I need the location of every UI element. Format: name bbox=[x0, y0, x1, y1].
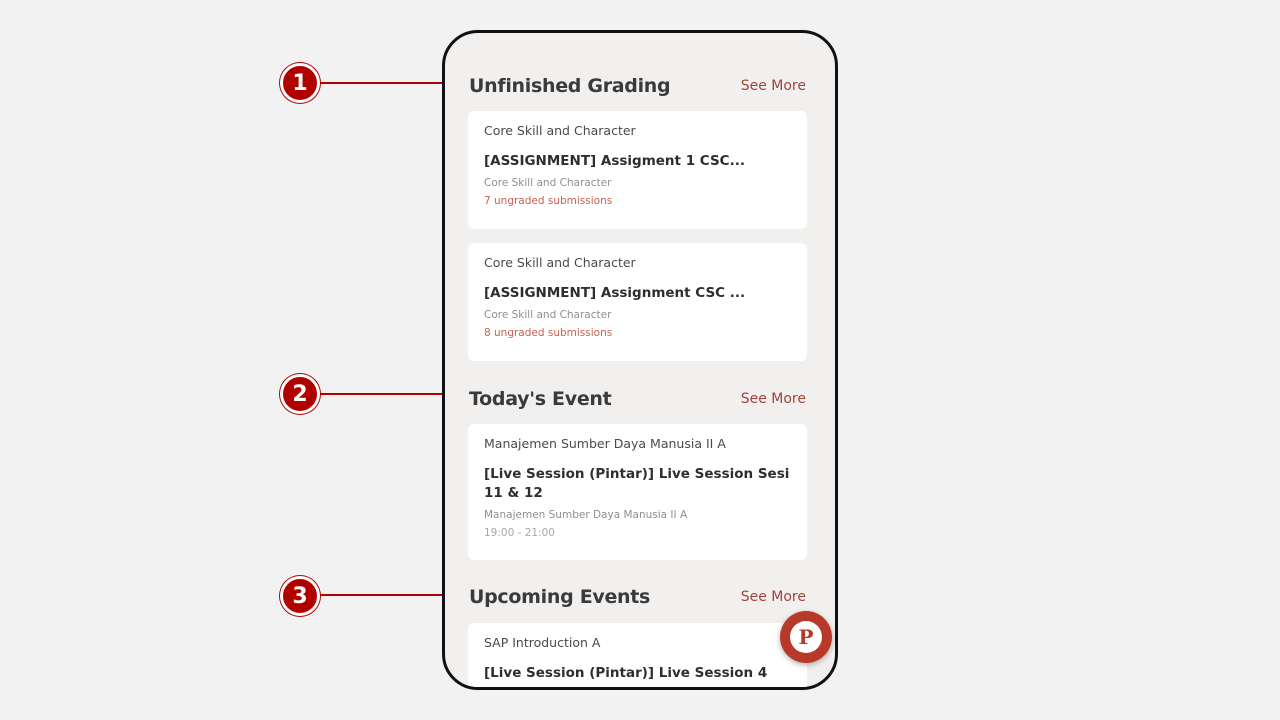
card-title: [ASSIGNMENT] Assignment CSC ... bbox=[484, 285, 746, 301]
todays-event-header: Today's Event See More bbox=[469, 384, 806, 414]
pintar-fab-button[interactable]: P bbox=[780, 611, 832, 663]
callout-badge-3: 3 bbox=[280, 576, 320, 616]
grading-card[interactable]: Core Skill and Character [ASSIGNMENT] As… bbox=[468, 111, 807, 229]
ungraded-count: 7 ungraded submissions bbox=[484, 195, 613, 207]
todays-event-see-more-link[interactable]: See More bbox=[741, 391, 806, 407]
phone-frame: Unfinished Grading See More Core Skill a… bbox=[442, 30, 838, 690]
card-subtitle: Manajemen Sumber Daya Manusia II A bbox=[484, 509, 688, 521]
unfinished-grading-see-more-link[interactable]: See More bbox=[741, 78, 806, 94]
upcoming-events-see-more-link[interactable]: See More bbox=[741, 589, 806, 605]
stage: 1 2 3 Unfinished Grading See More Core S… bbox=[0, 0, 1280, 720]
event-card[interactable]: Manajemen Sumber Daya Manusia II A [Live… bbox=[468, 424, 807, 560]
card-course: SAP Introduction A bbox=[484, 635, 601, 650]
p-logo-icon: P bbox=[790, 621, 822, 653]
unfinished-grading-title: Unfinished Grading bbox=[469, 75, 671, 97]
card-subtitle: Core Skill and Character bbox=[484, 177, 612, 189]
card-course: Core Skill and Character bbox=[484, 255, 636, 270]
callout-badge-1: 1 bbox=[280, 63, 320, 103]
card-title: [Live Session (Pintar)] Live Session Ses… bbox=[484, 466, 790, 501]
card-title: [Live Session (Pintar)] Live Session 4 bbox=[484, 665, 768, 681]
card-subtitle: Core Skill and Character bbox=[484, 309, 612, 321]
event-time: 19:00 - 21:00 bbox=[484, 527, 555, 539]
grading-card[interactable]: Core Skill and Character [ASSIGNMENT] As… bbox=[468, 243, 807, 361]
unfinished-grading-header: Unfinished Grading See More bbox=[469, 71, 806, 101]
todays-event-title: Today's Event bbox=[469, 388, 612, 410]
event-card[interactable]: SAP Introduction A [Live Session (Pintar… bbox=[468, 623, 807, 687]
ungraded-count: 8 ungraded submissions bbox=[484, 327, 613, 339]
card-course: Manajemen Sumber Daya Manusia II A bbox=[484, 436, 726, 451]
upcoming-events-header: Upcoming Events See More bbox=[469, 582, 806, 612]
card-title: [ASSIGNMENT] Assigment 1 CSC... bbox=[484, 153, 745, 169]
card-course: Core Skill and Character bbox=[484, 123, 636, 138]
upcoming-events-title: Upcoming Events bbox=[469, 586, 651, 608]
callout-badge-2: 2 bbox=[280, 374, 320, 414]
